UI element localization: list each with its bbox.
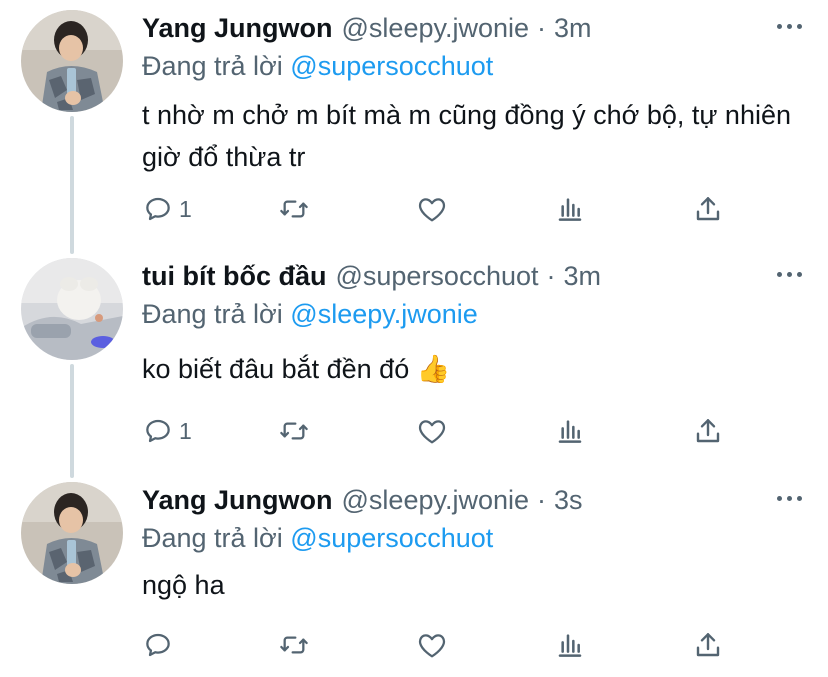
more-icon[interactable] xyxy=(777,24,802,29)
tweet-text: t nhờ m chở m bít mà m cũng đồng ý chớ b… xyxy=(142,100,791,172)
separator-dot: · xyxy=(546,261,556,291)
reply-count: 1 xyxy=(179,417,192,444)
user-handle[interactable]: @sleepy.jwonie xyxy=(342,482,530,518)
replying-to: Đang trả lời @supersocchuot xyxy=(142,48,493,84)
share-icon xyxy=(696,197,720,221)
share-button[interactable] xyxy=(692,414,724,448)
replying-prefix: Đang trả lời xyxy=(142,523,283,553)
separator-dot: · xyxy=(537,13,547,43)
tweet-text: ngộ ha xyxy=(142,570,225,600)
like-button[interactable] xyxy=(416,414,453,448)
avatar[interactable] xyxy=(21,10,123,112)
share-button[interactable] xyxy=(692,192,724,226)
replying-to: Đang trả lời @supersocchuot xyxy=(142,520,493,556)
tweet[interactable]: tui bít bốc đầu @supersocchuot · 3m Đang… xyxy=(0,258,828,478)
heart-icon xyxy=(418,198,446,222)
retweet-button[interactable] xyxy=(278,628,315,662)
user-handle[interactable]: @sleepy.jwonie xyxy=(342,10,530,46)
analytics-icon xyxy=(558,634,582,657)
action-bar xyxy=(142,628,742,662)
reply-icon xyxy=(146,197,170,221)
analytics-icon xyxy=(558,420,582,443)
replying-prefix: Đang trả lời xyxy=(142,299,283,329)
action-bar: 1 xyxy=(142,414,742,448)
mention-link[interactable]: @sleepy.jwonie xyxy=(290,299,478,329)
analytics-button[interactable] xyxy=(554,414,586,448)
reply-icon xyxy=(146,419,170,443)
retweet-icon xyxy=(280,200,308,218)
display-name[interactable]: tui bít bốc đầu xyxy=(142,258,326,294)
like-button[interactable] xyxy=(416,628,453,662)
heart-icon xyxy=(418,634,446,658)
retweet-icon xyxy=(280,636,308,654)
mention-link[interactable]: @supersocchuot xyxy=(290,51,493,81)
avatar[interactable] xyxy=(21,482,123,584)
tweet[interactable]: Yang Jungwon @sleepy.jwonie · 3s Đang tr… xyxy=(0,482,828,672)
reply-button[interactable] xyxy=(142,628,179,662)
reply-button[interactable]: 1 xyxy=(142,192,192,226)
more-icon[interactable] xyxy=(777,496,802,501)
more-icon[interactable] xyxy=(777,272,802,277)
tweet-text: ko biết đâu bắt đền đó 👍 xyxy=(142,354,451,384)
replying-to: Đang trả lời @sleepy.jwonie xyxy=(142,296,478,332)
retweet-button[interactable] xyxy=(278,414,315,448)
reply-icon xyxy=(146,633,170,657)
mention-link[interactable]: @supersocchuot xyxy=(290,523,493,553)
reply-count: 1 xyxy=(179,195,192,222)
display-name[interactable]: Yang Jungwon xyxy=(142,10,333,46)
analytics-icon xyxy=(558,198,582,221)
heart-icon xyxy=(418,420,446,444)
share-button[interactable] xyxy=(692,628,724,662)
retweet-icon xyxy=(280,422,308,440)
share-icon xyxy=(696,633,720,657)
timestamp[interactable]: 3s xyxy=(554,482,583,518)
analytics-button[interactable] xyxy=(554,192,586,226)
display-name[interactable]: Yang Jungwon xyxy=(142,482,333,518)
retweet-button[interactable] xyxy=(278,192,315,226)
separator-dot: · xyxy=(537,485,547,515)
replying-prefix: Đang trả lời xyxy=(142,51,283,81)
user-handle[interactable]: @supersocchuot xyxy=(335,258,538,294)
action-bar: 1 xyxy=(142,192,742,226)
reply-button[interactable]: 1 xyxy=(142,414,192,448)
timestamp[interactable]: 3m xyxy=(564,258,602,294)
avatar[interactable] xyxy=(21,258,123,360)
like-button[interactable] xyxy=(416,192,453,226)
share-icon xyxy=(696,419,720,443)
tweet[interactable]: Yang Jungwon @sleepy.jwonie · 3m Đang tr… xyxy=(0,10,828,240)
timestamp[interactable]: 3m xyxy=(554,10,592,46)
analytics-button[interactable] xyxy=(554,628,586,662)
